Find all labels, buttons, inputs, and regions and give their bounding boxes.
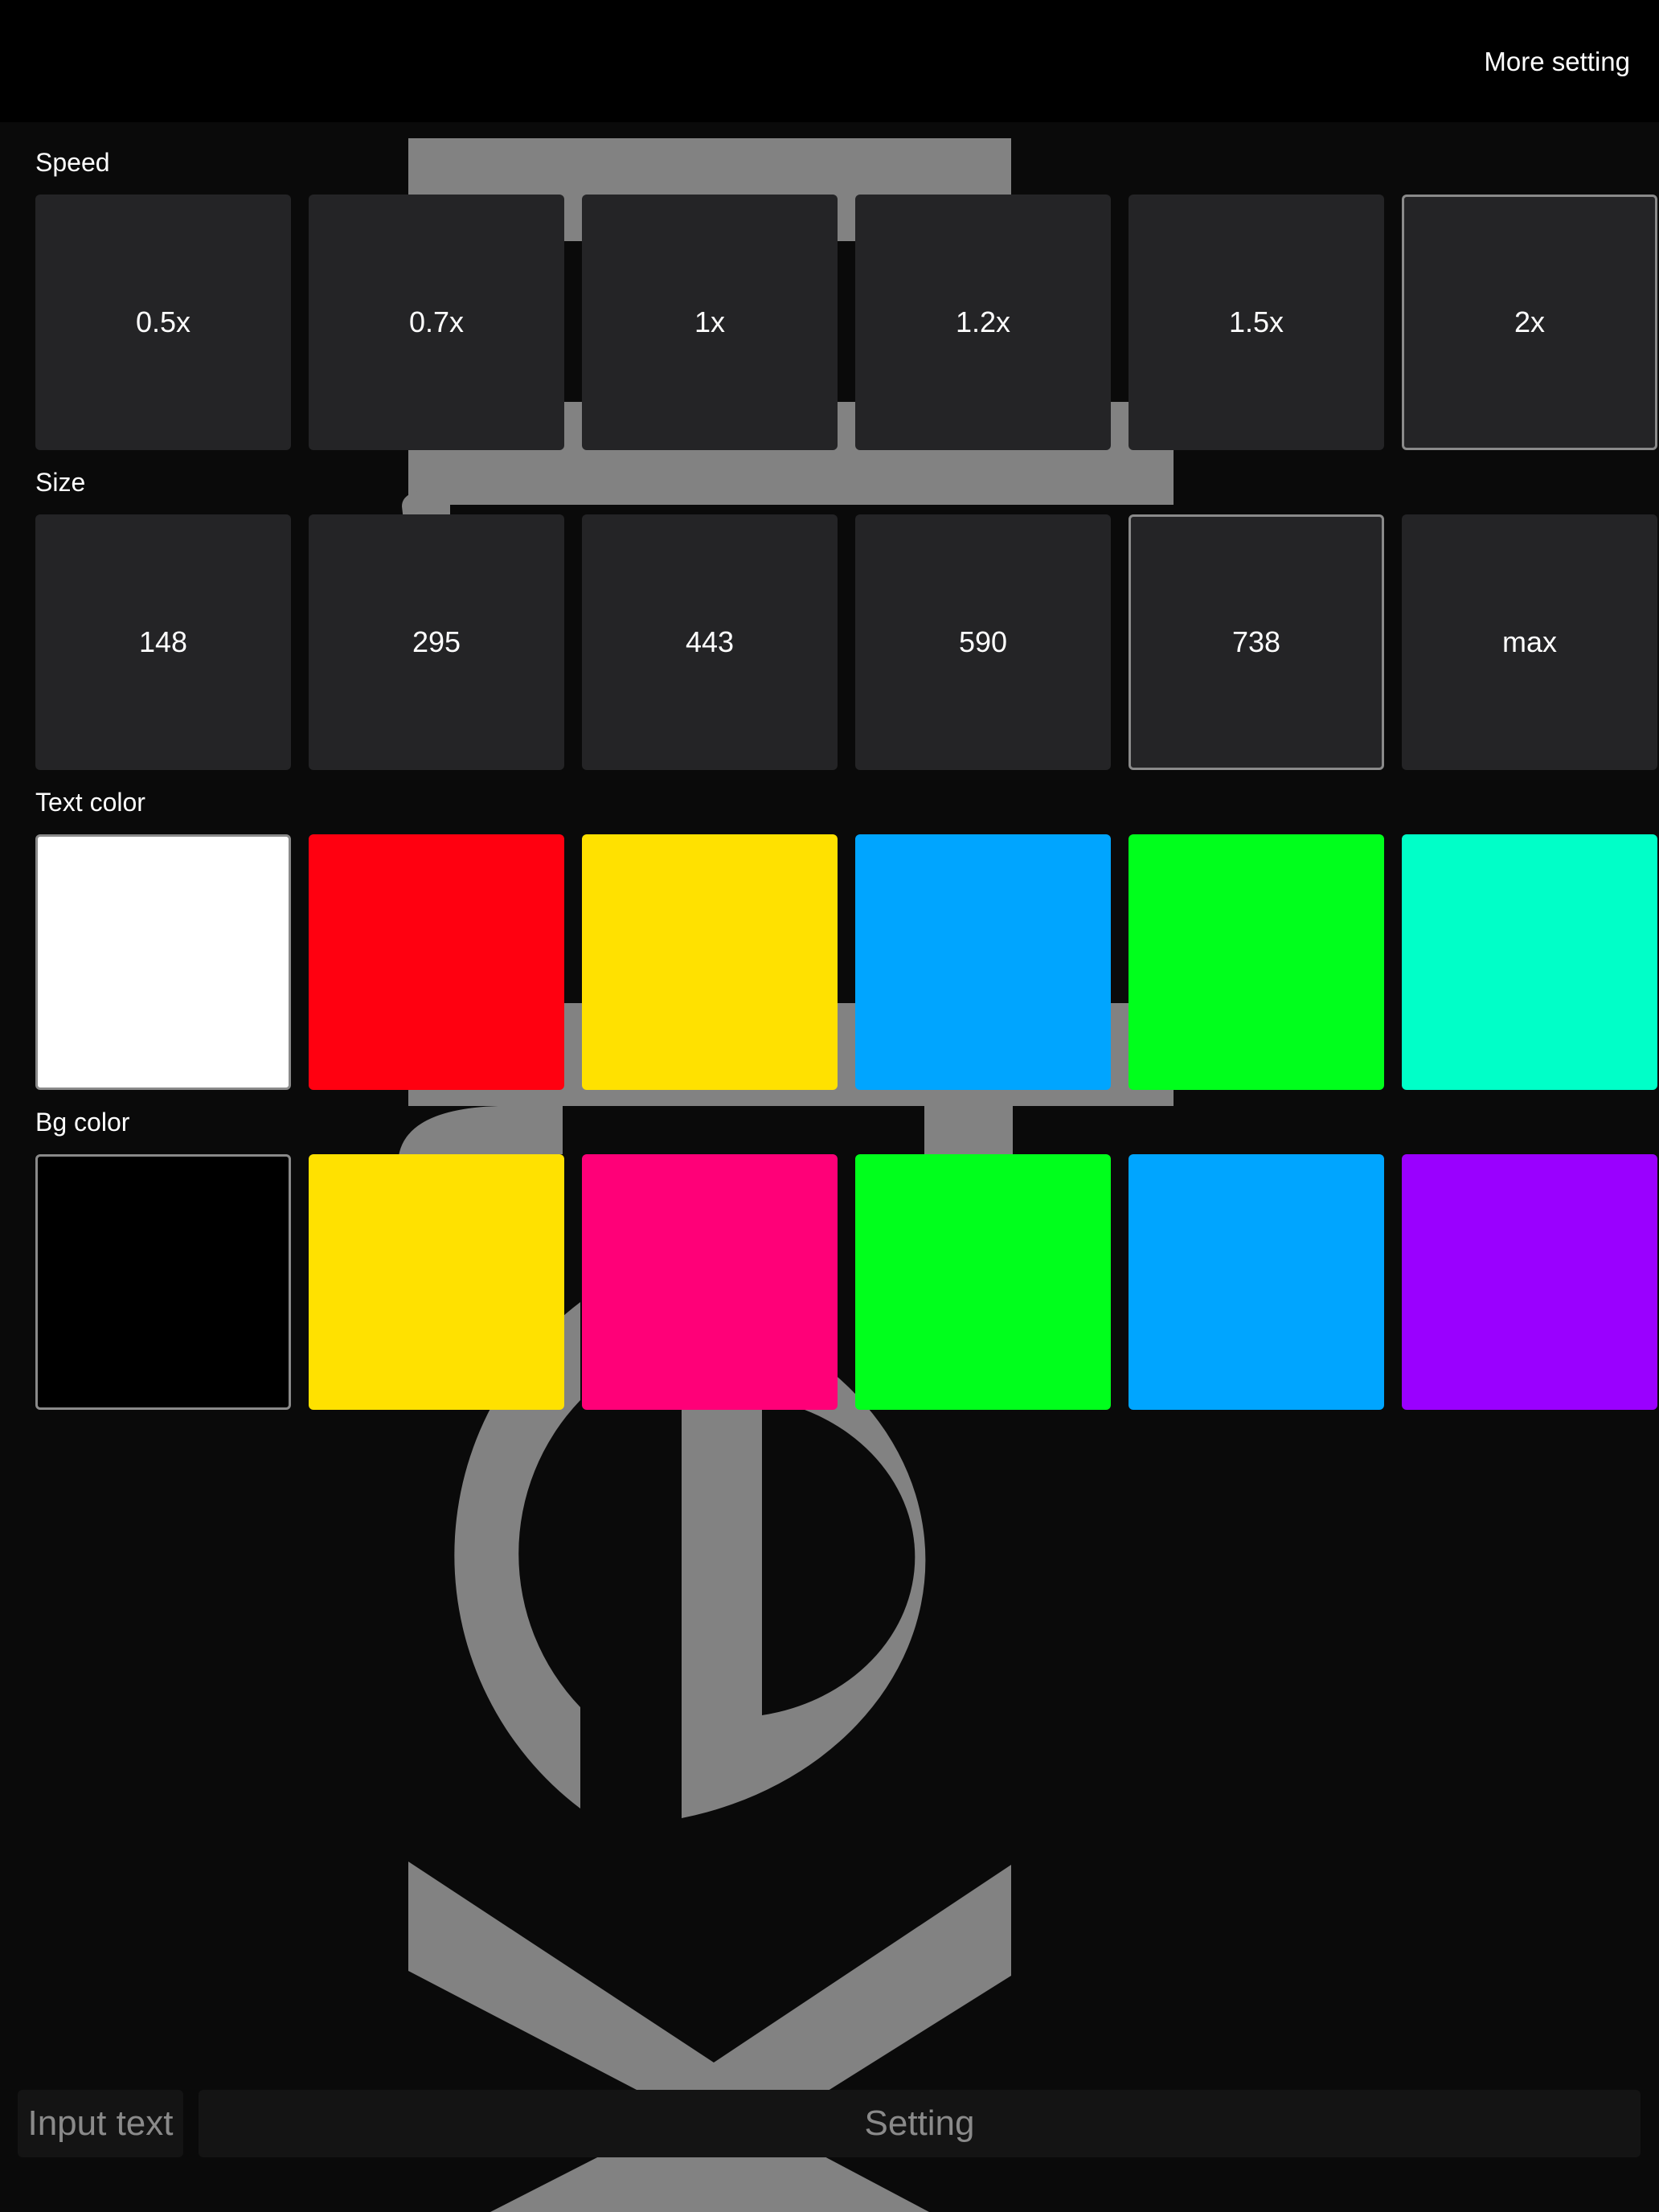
- text-color-swatch-4[interactable]: [1129, 834, 1384, 1090]
- size-label: Size: [35, 468, 86, 497]
- setting-button[interactable]: Setting: [199, 2090, 1641, 2157]
- speed-option-0[interactable]: 0.5x: [35, 195, 291, 450]
- text-color-swatch-1[interactable]: [309, 834, 564, 1090]
- input-text-field[interactable]: Input text: [18, 2090, 183, 2157]
- speed-option-2[interactable]: 1x: [582, 195, 838, 450]
- size-option-3[interactable]: 590: [855, 514, 1111, 770]
- size-option-4[interactable]: 738: [1129, 514, 1384, 770]
- bg-color-swatch-0[interactable]: [35, 1154, 291, 1410]
- top-bar: More setting: [0, 0, 1659, 122]
- speed-option-4[interactable]: 1.5x: [1129, 195, 1384, 450]
- size-options: 148 295 443 590 738 max: [35, 514, 1659, 770]
- bg-color-swatch-1[interactable]: [309, 1154, 564, 1410]
- bg-color-swatch-3[interactable]: [855, 1154, 1111, 1410]
- text-color-swatch-5[interactable]: [1402, 834, 1657, 1090]
- speed-option-3[interactable]: 1.2x: [855, 195, 1111, 450]
- speed-options: 0.5x 0.7x 1x 1.2x 1.5x 2x: [35, 195, 1659, 450]
- speed-label: Speed: [35, 148, 110, 177]
- size-option-5[interactable]: max: [1402, 514, 1657, 770]
- size-option-1[interactable]: 295: [309, 514, 564, 770]
- text-color-swatch-2[interactable]: [582, 834, 838, 1090]
- more-setting-button[interactable]: More setting: [1484, 47, 1630, 77]
- text-color-swatch-3[interactable]: [855, 834, 1111, 1090]
- bg-color-swatch-5[interactable]: [1402, 1154, 1657, 1410]
- bg-color-label: Bg color: [35, 1108, 130, 1137]
- speed-option-5[interactable]: 2x: [1402, 195, 1657, 450]
- text-color-label: Text color: [35, 788, 145, 817]
- text-color-swatch-0[interactable]: [35, 834, 291, 1090]
- size-option-0[interactable]: 148: [35, 514, 291, 770]
- bg-color-options: [35, 1154, 1659, 1410]
- text-color-options: [35, 834, 1659, 1090]
- bg-color-swatch-4[interactable]: [1129, 1154, 1384, 1410]
- size-option-2[interactable]: 443: [582, 514, 838, 770]
- bg-color-swatch-2[interactable]: [582, 1154, 838, 1410]
- speed-option-1[interactable]: 0.7x: [309, 195, 564, 450]
